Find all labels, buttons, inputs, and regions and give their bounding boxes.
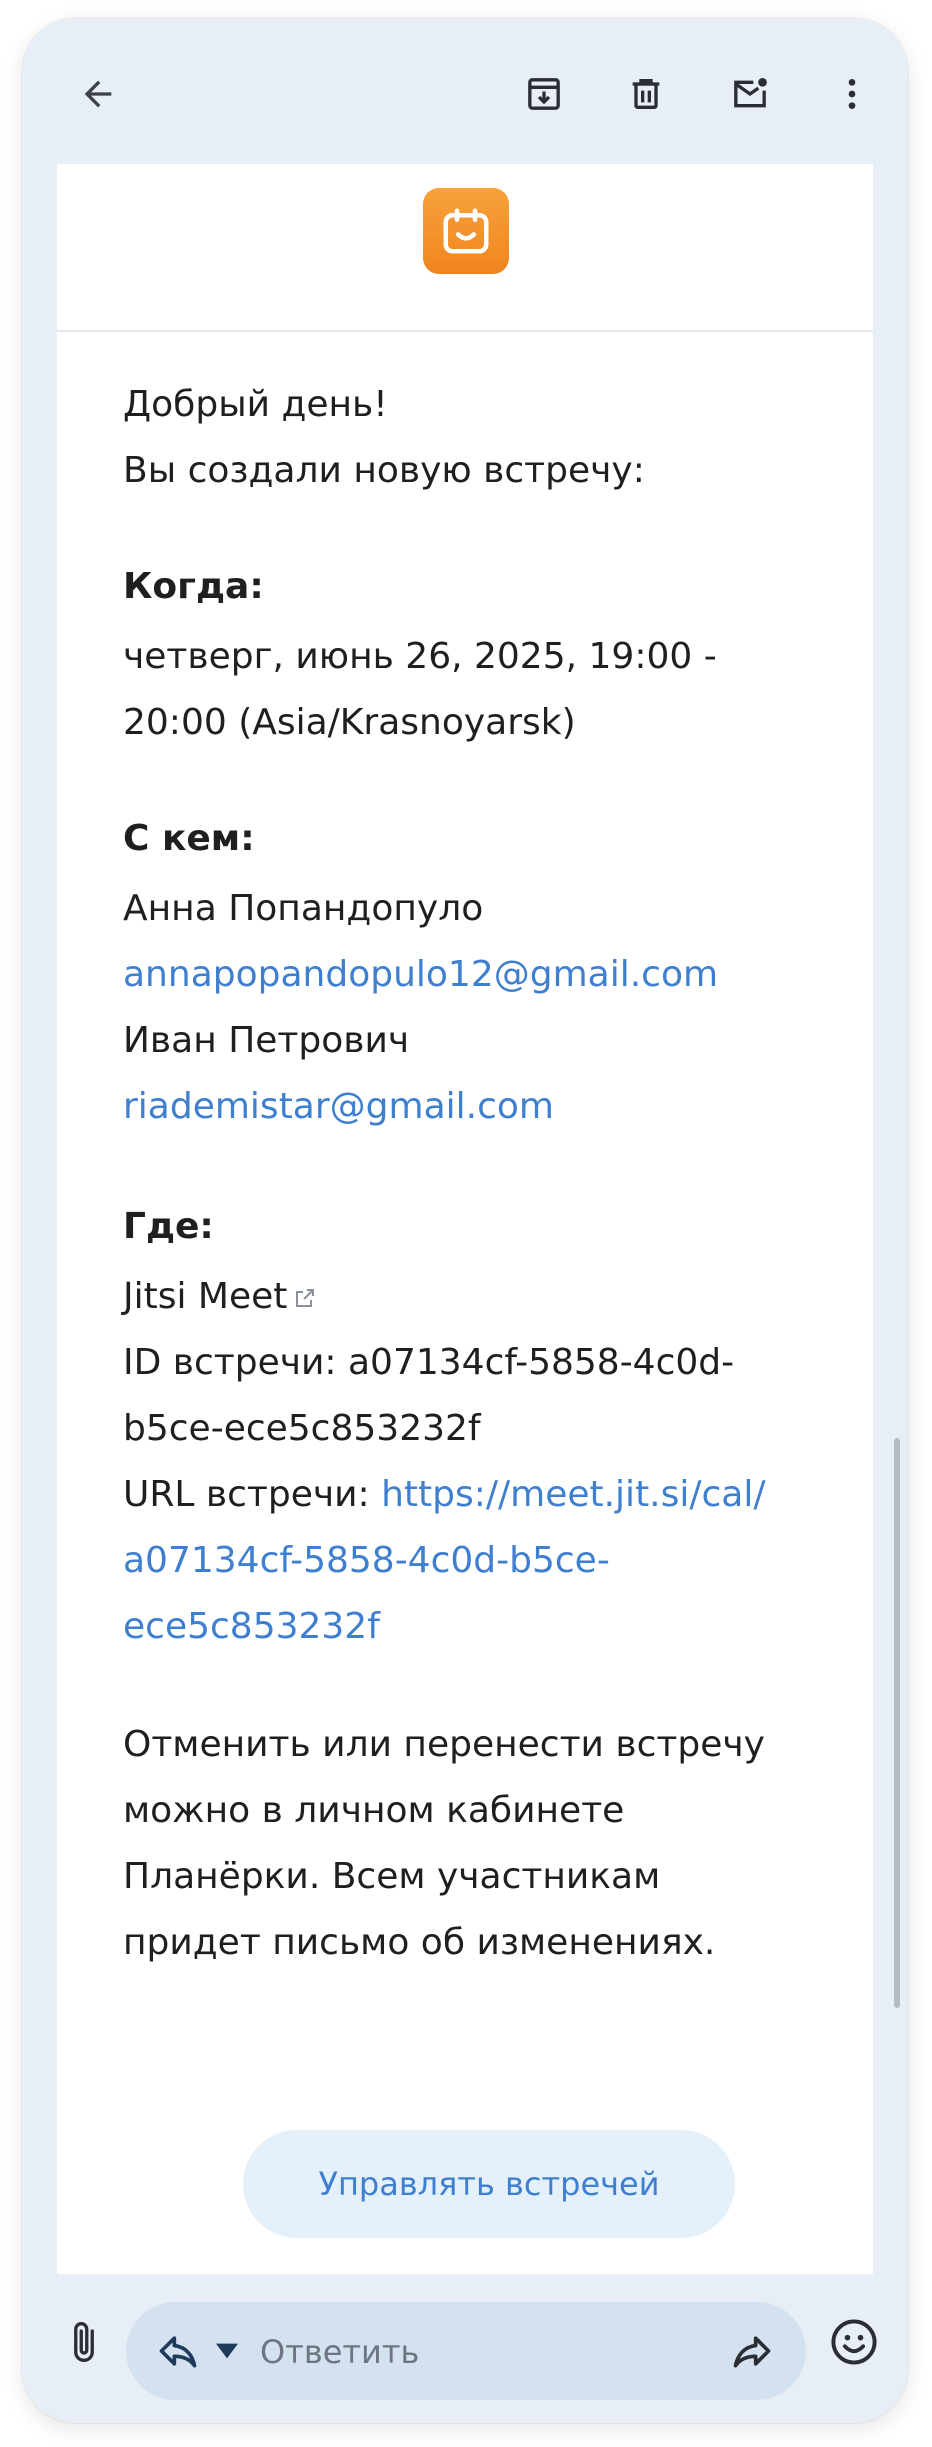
when-line-1: четверг, июнь 26, 2025, 19:00 - [123, 636, 717, 677]
scrollbar[interactable] [894, 1438, 900, 2008]
meeting-service-name: Jitsi Meet [123, 1276, 288, 1317]
archive-button[interactable] [512, 62, 576, 126]
notice-line-2: можно в личном кабинете [123, 1790, 625, 1831]
meeting-url-line-3: ece5c853232f [123, 1594, 843, 1660]
with-heading: С кем: [123, 818, 255, 859]
external-link-icon[interactable] [293, 1286, 317, 1310]
sender-logo [423, 188, 509, 274]
forward-icon[interactable] [730, 2329, 774, 2373]
meeting-id-line-1: ID встречи: a07134cf-5858-4c0d- [123, 1342, 735, 1383]
participant-email-link[interactable]: riademistar@gmail.com [123, 1086, 554, 1127]
notice-line-3: Планёрки. Всем участникам [123, 1856, 661, 1897]
reply-icon[interactable] [156, 2329, 200, 2373]
archive-icon [528, 78, 560, 110]
participant-email: annapopandopulo12@gmail.com [123, 942, 843, 1008]
meeting-url-line-2: a07134cf-5858-4c0d-b5ce- [123, 1528, 843, 1594]
attach-button[interactable] [54, 2312, 114, 2372]
when-line-2: 20:00 (Asia/Krasnoyarsk) [123, 702, 576, 743]
meeting-url-label: URL встречи: [123, 1474, 382, 1515]
where-heading: Где: [123, 1206, 214, 1247]
meeting-url-link[interactable]: https://meet.jit.si/cal/ [381, 1474, 765, 1515]
emoji-icon[interactable] [828, 2316, 880, 2368]
calendar-logo-icon [443, 208, 489, 254]
back-button[interactable] [66, 62, 130, 126]
meeting-id-line-2: b5ce-ece5c853232f [123, 1408, 481, 1449]
notice-line-4: придет письмо об изменениях. [123, 1922, 716, 1963]
when-heading: Когда: [123, 566, 264, 607]
participant-name: Иван Петрович [123, 1020, 410, 1061]
mark-unread-icon [734, 78, 767, 108]
manage-meeting-button[interactable]: Управлять встречей [243, 2130, 735, 2238]
back-arrow-icon [84, 80, 112, 108]
trash-icon [632, 79, 660, 109]
reply-field[interactable] [126, 2302, 806, 2400]
participant-name: Анна Попандопуло [123, 888, 484, 929]
meeting-url-line-1: URL встречи: https://meet.jit.si/cal/ [123, 1462, 843, 1528]
email-body: Добрый день! Вы создали новую встречу: К… [57, 164, 873, 2274]
meeting-url-link[interactable]: a07134cf-5858-4c0d-b5ce- [123, 1540, 610, 1581]
meeting-service: Jitsi Meet [123, 1264, 843, 1330]
reply-input[interactable] [258, 2324, 682, 2380]
more-options-button[interactable] [820, 62, 884, 126]
intro-text: Вы создали новую встречу: [123, 450, 645, 491]
phone-frame: Добрый день! Вы создали новую встречу: К… [22, 18, 908, 2423]
header-divider [57, 330, 873, 332]
reply-bar [22, 2274, 908, 2423]
attach-icon [74, 2322, 94, 2362]
delete-button[interactable] [614, 62, 678, 126]
participant-email-link[interactable]: annapopandopulo12@gmail.com [123, 954, 718, 995]
more-vert-icon [848, 79, 856, 109]
meeting-url-link[interactable]: ece5c853232f [123, 1606, 380, 1647]
top-toolbar [22, 18, 908, 164]
participant-email: riademistar@gmail.com [123, 1074, 843, 1140]
mark-unread-button[interactable] [718, 62, 782, 126]
greeting: Добрый день! [123, 384, 388, 425]
dropdown-icon[interactable] [216, 2342, 238, 2360]
notice-line-1: Отменить или перенести встречу [123, 1724, 765, 1765]
